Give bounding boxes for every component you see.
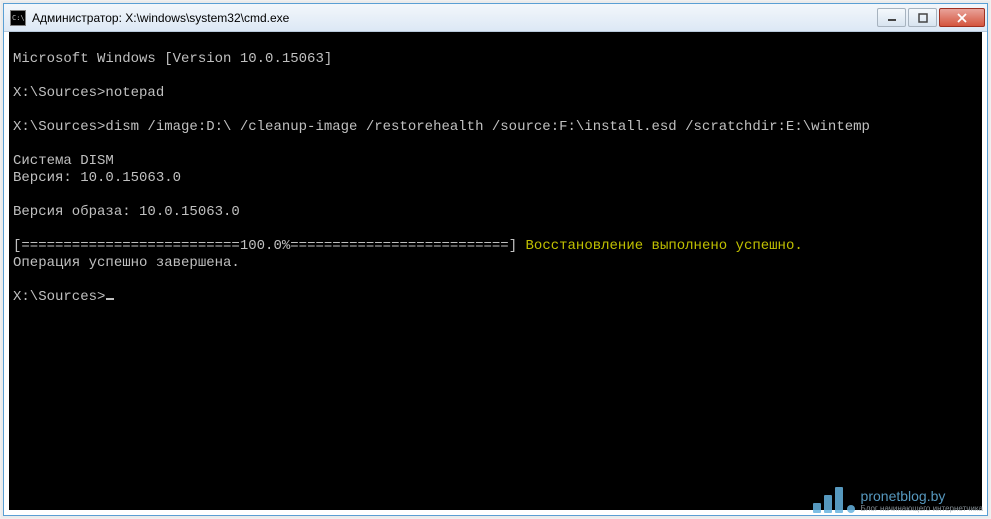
minimize-icon [887, 13, 897, 23]
cmd-window: C:\ Администратор: X:\windows\system32\c… [3, 3, 988, 516]
titlebar-buttons [877, 8, 985, 27]
titlebar[interactable]: C:\ Администратор: X:\windows\system32\c… [4, 4, 987, 32]
close-icon [957, 13, 967, 23]
window-title: Администратор: X:\windows\system32\cmd.e… [32, 11, 877, 25]
maximize-button[interactable] [908, 8, 937, 27]
console-line: Операция успешно завершена. [13, 255, 240, 271]
progress-bar-right: ==========================] [290, 238, 525, 254]
progress-status: Восстановление выполнено успешно. [526, 238, 803, 254]
watermark-logo-icon [813, 487, 855, 513]
minimize-button[interactable] [877, 8, 906, 27]
watermark-domain: pronetblog.by [861, 489, 983, 503]
cmd-icon: C:\ [10, 10, 26, 26]
close-button[interactable] [939, 8, 985, 27]
console-line: X:\Sources>dism /image:D:\ /cleanup-imag… [13, 119, 870, 135]
console-line: Microsoft Windows [Version 10.0.15063] [13, 51, 332, 67]
console-line: Версия образа: 10.0.15063.0 [13, 204, 240, 220]
console-line: X:\Sources>notepad [13, 85, 164, 101]
console-output[interactable]: Microsoft Windows [Version 10.0.15063] X… [9, 32, 982, 510]
watermark-tagline: Блог начинающего интернетчика [861, 505, 983, 513]
progress-bar-left: [========================== [13, 238, 240, 254]
console-line: Cистема DISM [13, 153, 114, 169]
progress-pct: 100.0% [240, 238, 290, 254]
console-prompt: X:\Sources> [13, 289, 105, 305]
watermark: pronetblog.by Блог начинающего интернетч… [813, 487, 983, 513]
cursor [106, 298, 114, 300]
console-line: Версия: 10.0.15063.0 [13, 170, 181, 186]
maximize-icon [918, 13, 928, 23]
